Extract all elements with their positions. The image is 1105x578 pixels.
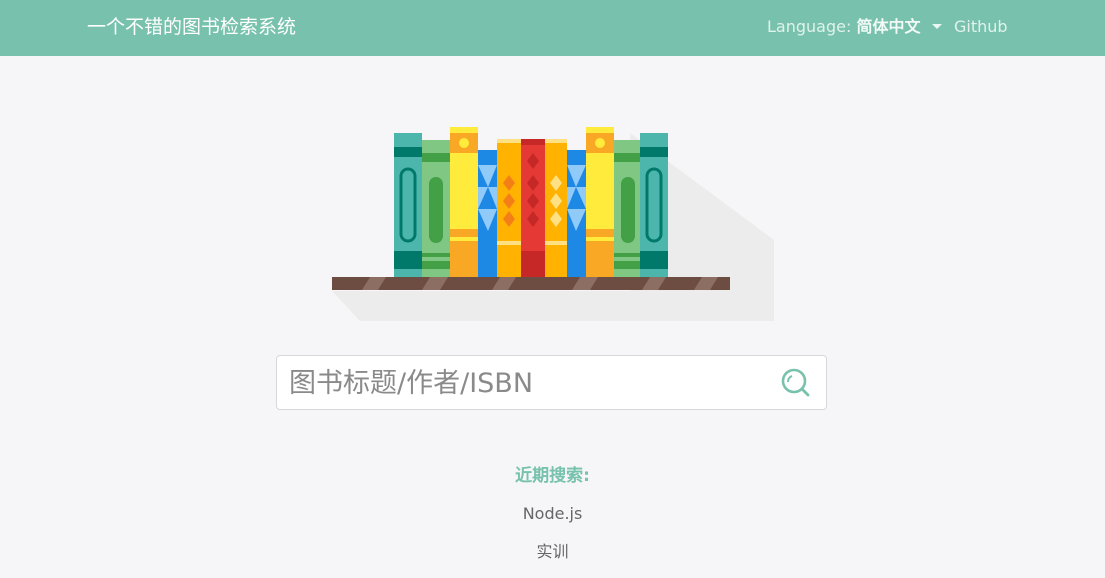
bookshelf-svg — [332, 127, 774, 321]
github-link[interactable]: Github — [954, 16, 1008, 38]
language-label: Language: — [767, 17, 852, 36]
search-icon[interactable] — [778, 366, 812, 400]
search-box — [276, 355, 827, 410]
search-input[interactable] — [289, 364, 759, 402]
navbar: 一个不错的图书检索系统 Language: 简体中文 Github — [0, 0, 1105, 56]
caret-down-icon — [931, 24, 942, 29]
recent-searches-list: Node.js 实训 — [0, 502, 1105, 578]
list-item: Node.js — [0, 502, 1105, 540]
recent-searches-title: 近期搜索: — [515, 466, 590, 486]
language-value: 简体中文 — [856, 17, 921, 36]
language-dropdown[interactable]: Language: 简体中文 — [767, 16, 942, 38]
bookshelf-illustration — [330, 125, 776, 323]
list-item: 实训 — [0, 540, 1105, 578]
recent-search-link[interactable]: Node.js — [523, 504, 583, 523]
brand-title[interactable]: 一个不错的图书检索系统 — [87, 14, 296, 40]
recent-search-link[interactable]: 实训 — [536, 542, 568, 561]
